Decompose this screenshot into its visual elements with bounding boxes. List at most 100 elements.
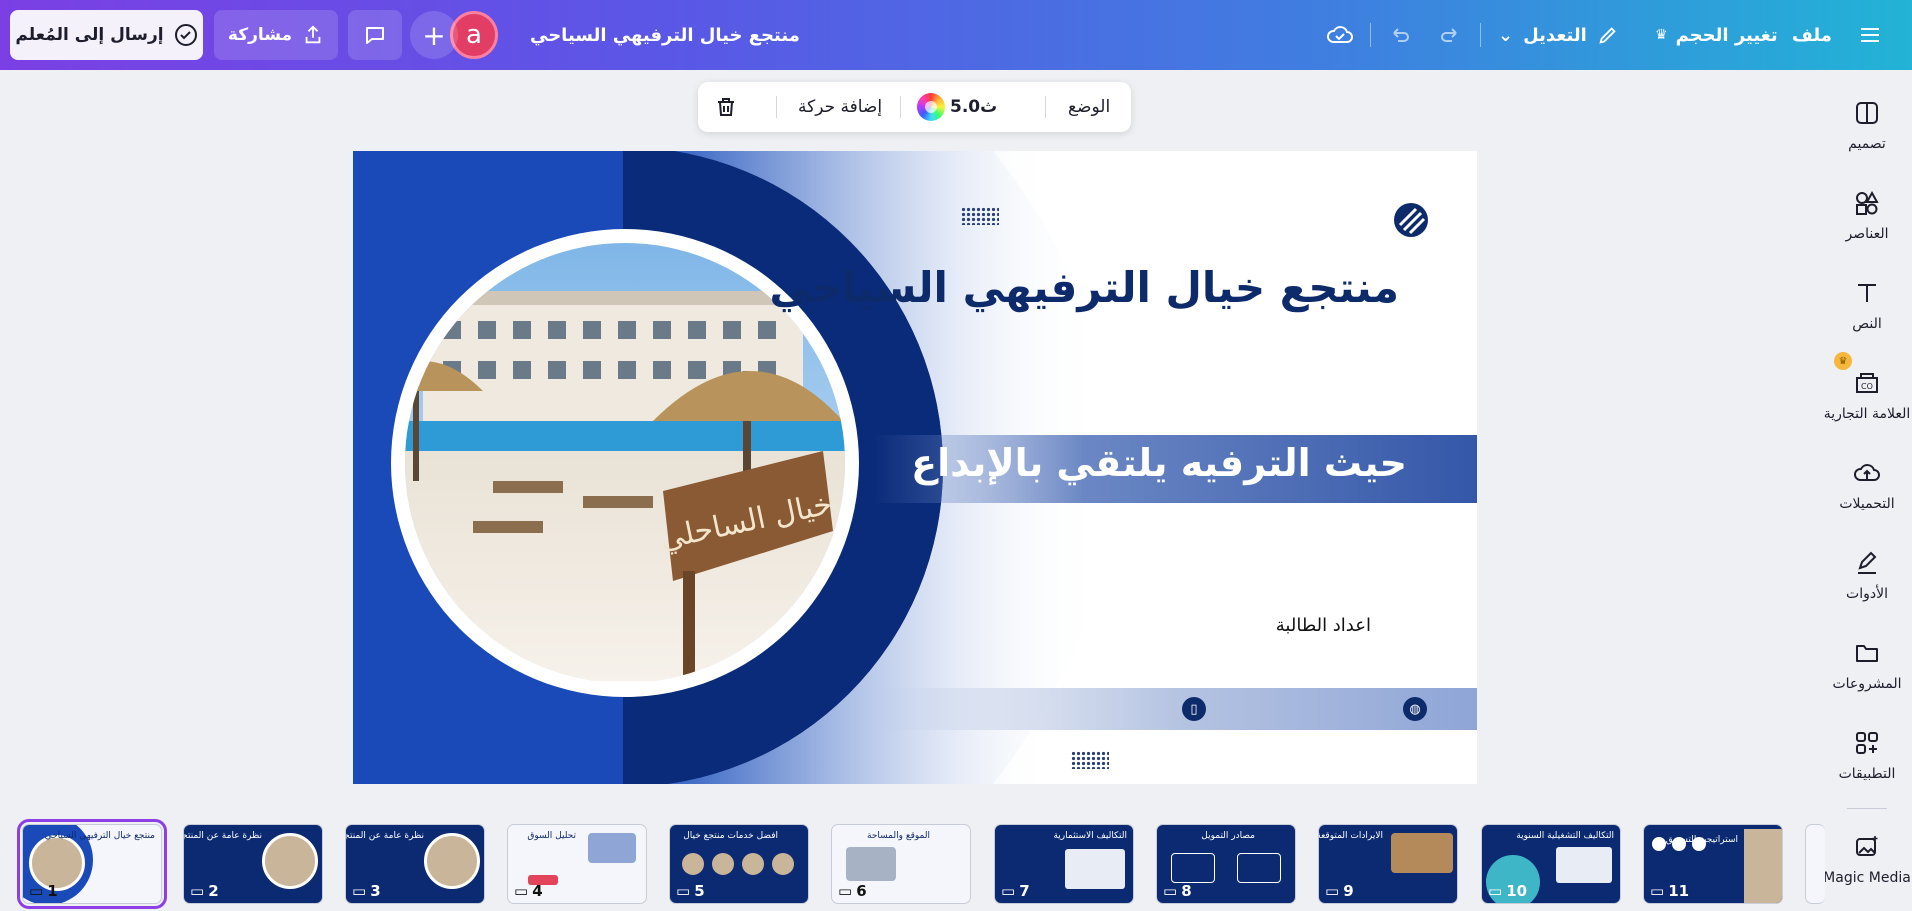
- divider: [1045, 96, 1046, 118]
- delete-button[interactable]: [714, 82, 738, 132]
- thumb-number: ▭ 4: [514, 882, 543, 900]
- dot-pattern: [961, 207, 999, 225]
- divider: [1847, 808, 1887, 809]
- slide-thumb[interactable]: تحليل السوق ▭ 4: [507, 824, 647, 904]
- file-menu[interactable]: ملف: [1792, 0, 1832, 70]
- sidebar-item-label: التحميلات: [1839, 496, 1895, 512]
- sidebar-item-label: النص: [1852, 316, 1882, 332]
- presentation-icon: ▭: [352, 882, 367, 900]
- prepared-by-text[interactable]: اعداد الطالبة: [1276, 615, 1371, 636]
- thumb-photo: [1391, 833, 1453, 873]
- cloud-save-status[interactable]: [1326, 0, 1354, 70]
- folder-icon: [1852, 638, 1882, 668]
- share-button[interactable]: مشاركة: [214, 10, 338, 60]
- right-sidebar: تصميم العناصر النص ♛ CO العلامة التجارية…: [1822, 70, 1912, 911]
- redo-button[interactable]: [1438, 0, 1462, 70]
- sidebar-item-design[interactable]: تصميم: [1822, 98, 1912, 178]
- divider: [776, 96, 777, 118]
- slide-thumb[interactable]: استراتيجية التسويق ▭ 11: [1643, 824, 1783, 904]
- thumb-photo: [772, 853, 794, 875]
- check-circle-icon: [174, 24, 197, 46]
- thumb-number: ▭ 2: [190, 882, 219, 900]
- slide-thumb[interactable]: افضل خدمات منتجع خيال ▭ 5: [669, 824, 809, 904]
- comment-icon: [366, 27, 384, 44]
- share-label: مشاركة: [227, 25, 293, 45]
- document-title[interactable]: منتجع خيال الترفيهي السياحي: [530, 0, 800, 70]
- slide-title[interactable]: منتجع خيال الترفيهي السياحي: [769, 263, 1399, 312]
- sidebar-item-label: الأدوات: [1846, 586, 1888, 602]
- magic-media-icon: [1852, 832, 1882, 862]
- send-to-teacher-button[interactable]: إرسال إلى المُعلم: [10, 10, 203, 60]
- pencil-icon: [1599, 27, 1616, 44]
- dot-pattern: [1071, 751, 1109, 769]
- resize-button[interactable]: ♛ تغيير الحجم: [1655, 0, 1778, 70]
- cloud-check-icon: [1327, 26, 1353, 43]
- logo-mark-icon: [1394, 203, 1428, 237]
- thumb-photo: [588, 833, 636, 863]
- sidebar-item-text[interactable]: النص: [1822, 278, 1912, 358]
- thumb-title: الموقع والمساحة: [867, 831, 930, 841]
- thumb-photo: [682, 853, 704, 875]
- slide-thumb[interactable]: الايرادات المتوقعة ▭ 9: [1318, 824, 1458, 904]
- edit-mode-button[interactable]: ⌄ التعديل: [1498, 0, 1619, 70]
- slide-thumb[interactable]: مصادر التمويل ▭ 8: [1156, 824, 1296, 904]
- presentation-icon: ▭: [29, 882, 44, 900]
- slide-canvas[interactable]: خيال الساحلي منتجع خيال الترفيهي السياحي…: [353, 151, 1477, 784]
- sidebar-item-label: المشروعات: [1832, 676, 1902, 692]
- presentation-icon: ▭: [1650, 882, 1665, 900]
- slide-thumb[interactable]: نظرة عامة عن المنتجع ▭ 2: [183, 824, 323, 904]
- animate-button[interactable]: إضافة حركة: [798, 82, 882, 132]
- thumb-photo: [712, 853, 734, 875]
- menu-button[interactable]: [1858, 0, 1882, 70]
- thumb-title: مصادر التمويل: [1201, 831, 1255, 841]
- slide-thumb-partial[interactable]: [1805, 824, 1825, 904]
- thumb-photo: [1744, 829, 1782, 903]
- color-wheel-icon: [917, 93, 945, 121]
- thumb-number: ▭ 11: [1650, 882, 1690, 900]
- crown-icon: ♛: [1655, 27, 1668, 43]
- presentation-icon: ▭: [676, 882, 691, 900]
- hamburger-icon: [1861, 28, 1879, 42]
- sidebar-item-brand[interactable]: CO العلامة التجارية: [1822, 368, 1912, 448]
- undo-button[interactable]: [1388, 0, 1412, 70]
- undo-icon: [1393, 28, 1409, 42]
- position-button[interactable]: الوضع: [1068, 82, 1110, 132]
- sidebar-item-draw[interactable]: الأدوات: [1822, 548, 1912, 628]
- sidebar-item-label: تصميم: [1848, 136, 1886, 152]
- chevron-down-icon: ⌄: [1498, 24, 1514, 46]
- thumb-number: ▭ 1: [29, 882, 58, 900]
- slide-thumb[interactable]: التكاليف الاستثمارية ▭ 7: [994, 824, 1134, 904]
- thumb-photo: [424, 833, 480, 889]
- text-icon: [1852, 278, 1882, 308]
- thumb-title: استراتيجية التسويق: [1665, 835, 1738, 845]
- slide-thumb[interactable]: الموقع والمساحة ▭ 6: [831, 824, 971, 904]
- slide-subtitle[interactable]: حيث الترفيه يلتقي بالإبداع: [911, 441, 1407, 485]
- brand-icon: CO: [1852, 368, 1882, 398]
- thumb-photo: [846, 847, 896, 881]
- divider: [1480, 23, 1481, 47]
- slide-thumb[interactable]: منتجع خيال الترفيهي السياحي ▭ 1: [17, 819, 167, 909]
- send-label: إرسال إلى المُعلم: [15, 25, 164, 45]
- slide-thumb[interactable]: نظرة عامة عن المنتجع ▭ 3: [345, 824, 485, 904]
- thumb-number: ▭ 8: [1163, 882, 1192, 900]
- thumb-number: ▭ 7: [1001, 882, 1030, 900]
- thumb-title: التكاليف الاستثمارية: [1053, 831, 1127, 841]
- thumb-title: التكاليف التشغيلية السنوية: [1516, 831, 1614, 841]
- comment-button[interactable]: [348, 10, 402, 60]
- presentation-icon: ▭: [1001, 882, 1016, 900]
- thumb-number: ▭ 10: [1488, 882, 1528, 900]
- slide-thumb[interactable]: التكاليف التشغيلية السنوية ▭ 10: [1481, 824, 1621, 904]
- sidebar-item-magic-media[interactable]: Magic Media: [1822, 832, 1912, 911]
- sidebar-item-projects[interactable]: المشروعات: [1822, 638, 1912, 718]
- slide-filmstrip: منتجع خيال الترفيهي السياحي ▭ 1 نظرة عامة…: [0, 812, 1825, 911]
- footer-band: [873, 688, 1477, 730]
- sidebar-item-elements[interactable]: العناصر: [1822, 188, 1912, 268]
- sidebar-item-apps[interactable]: التطبيقات: [1822, 728, 1912, 808]
- elements-icon: [1852, 188, 1882, 218]
- upload-cloud-icon: [1852, 458, 1882, 488]
- color-button[interactable]: [917, 93, 945, 121]
- presentation-icon: ▭: [190, 882, 205, 900]
- sidebar-item-uploads[interactable]: التحميلات: [1822, 458, 1912, 538]
- sidebar-item-label: Magic Media: [1823, 870, 1911, 886]
- add-collaborator-button[interactable]: +: [410, 11, 458, 59]
